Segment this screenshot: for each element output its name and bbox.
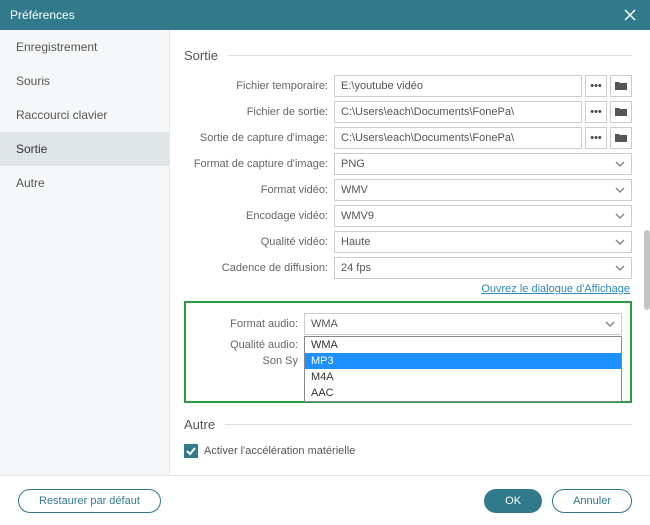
- capture-file-field[interactable]: C:\Users\each\Documents\FonePa\: [334, 127, 582, 149]
- audio-format-options: WMA MP3 M4A AAC: [304, 336, 622, 402]
- browse-button[interactable]: •••: [585, 101, 607, 123]
- browse-button[interactable]: •••: [585, 75, 607, 97]
- open-display-dialog-link[interactable]: Ouvrez le dialogue d'Affichage: [184, 283, 630, 295]
- section-title: Autre: [184, 417, 215, 432]
- sidebar-item-raccourci[interactable]: Raccourci clavier: [0, 98, 169, 132]
- capture-format-dropdown[interactable]: PNG: [334, 153, 632, 175]
- audio-format-dropdown[interactable]: WMA WMA MP3 M4A AAC: [304, 313, 622, 335]
- footer: Restaurer par défaut OK Annuler: [0, 475, 650, 525]
- option-aac[interactable]: AAC: [305, 385, 621, 401]
- window-title: Préférences: [10, 8, 75, 22]
- folder-icon[interactable]: [610, 75, 632, 97]
- divider: [225, 424, 632, 425]
- sidebar-item-enregistrement[interactable]: Enregistrement: [0, 30, 169, 64]
- section-autre-header: Autre: [184, 417, 632, 432]
- sidebar-item-souris[interactable]: Souris: [0, 64, 169, 98]
- video-format-dropdown[interactable]: WMV: [334, 179, 632, 201]
- section-title: Sortie: [184, 48, 218, 63]
- option-mp3[interactable]: MP3: [305, 353, 621, 369]
- hw-accel-row[interactable]: Activer l'accélération matérielle: [184, 444, 632, 458]
- output-file-label: Fichier de sortie:: [184, 106, 334, 118]
- option-wma[interactable]: WMA: [305, 337, 621, 353]
- cancel-button[interactable]: Annuler: [552, 489, 632, 513]
- hw-accel-label: Activer l'accélération matérielle: [204, 445, 355, 457]
- close-button[interactable]: [620, 5, 640, 25]
- ok-button[interactable]: OK: [484, 489, 542, 513]
- video-encoding-dropdown[interactable]: WMV9: [334, 205, 632, 227]
- temp-file-field[interactable]: E:\youtube vidéo: [334, 75, 582, 97]
- dropdown-value: PNG: [341, 158, 365, 170]
- capture-format-label: Format de capture d'image:: [184, 158, 334, 170]
- chevron-down-icon: [605, 319, 615, 329]
- video-quality-label: Qualité vidéo:: [184, 236, 334, 248]
- video-format-label: Format vidéo:: [184, 184, 334, 196]
- dropdown-value: Haute: [341, 236, 370, 248]
- divider: [228, 55, 632, 56]
- dropdown-value: WMV9: [341, 210, 374, 222]
- chevron-down-icon: [615, 159, 625, 169]
- chevron-down-icon: [615, 185, 625, 195]
- browse-button[interactable]: •••: [585, 127, 607, 149]
- folder-icon[interactable]: [610, 101, 632, 123]
- dropdown-value: 24 fps: [341, 262, 371, 274]
- video-encoding-label: Encodage vidéo:: [184, 210, 334, 222]
- section-sortie-header: Sortie: [184, 48, 632, 63]
- output-file-field[interactable]: C:\Users\each\Documents\FonePa\: [334, 101, 582, 123]
- audio-format-label: Format audio:: [192, 318, 304, 330]
- sidebar: Enregistrement Souris Raccourci clavier …: [0, 30, 170, 475]
- temp-file-label: Fichier temporaire:: [184, 80, 334, 92]
- capture-file-label: Sortie de capture d'image:: [184, 132, 334, 144]
- dropdown-value: WMV: [341, 184, 368, 196]
- system-sound-label: Son Sy: [192, 355, 304, 367]
- audio-settings-box: Format audio: WMA WMA MP3 M4A AAC: [184, 301, 632, 403]
- audio-quality-label: Qualité audio:: [192, 339, 304, 351]
- chevron-down-icon: [615, 211, 625, 221]
- chevron-down-icon: [615, 237, 625, 247]
- framerate-label: Cadence de diffusion:: [184, 262, 334, 274]
- scrollbar[interactable]: [644, 230, 650, 310]
- restore-defaults-button[interactable]: Restaurer par défaut: [18, 489, 161, 513]
- folder-icon[interactable]: [610, 127, 632, 149]
- dropdown-value: WMA: [311, 318, 338, 330]
- checkbox-checked-icon[interactable]: [184, 444, 198, 458]
- framerate-dropdown[interactable]: 24 fps: [334, 257, 632, 279]
- option-m4a[interactable]: M4A: [305, 369, 621, 385]
- sidebar-item-sortie[interactable]: Sortie: [0, 132, 169, 166]
- chevron-down-icon: [615, 263, 625, 273]
- video-quality-dropdown[interactable]: Haute: [334, 231, 632, 253]
- sidebar-item-autre[interactable]: Autre: [0, 166, 169, 200]
- titlebar: Préférences: [0, 0, 650, 30]
- content-pane: Sortie Fichier temporaire: E:\youtube vi…: [170, 30, 650, 475]
